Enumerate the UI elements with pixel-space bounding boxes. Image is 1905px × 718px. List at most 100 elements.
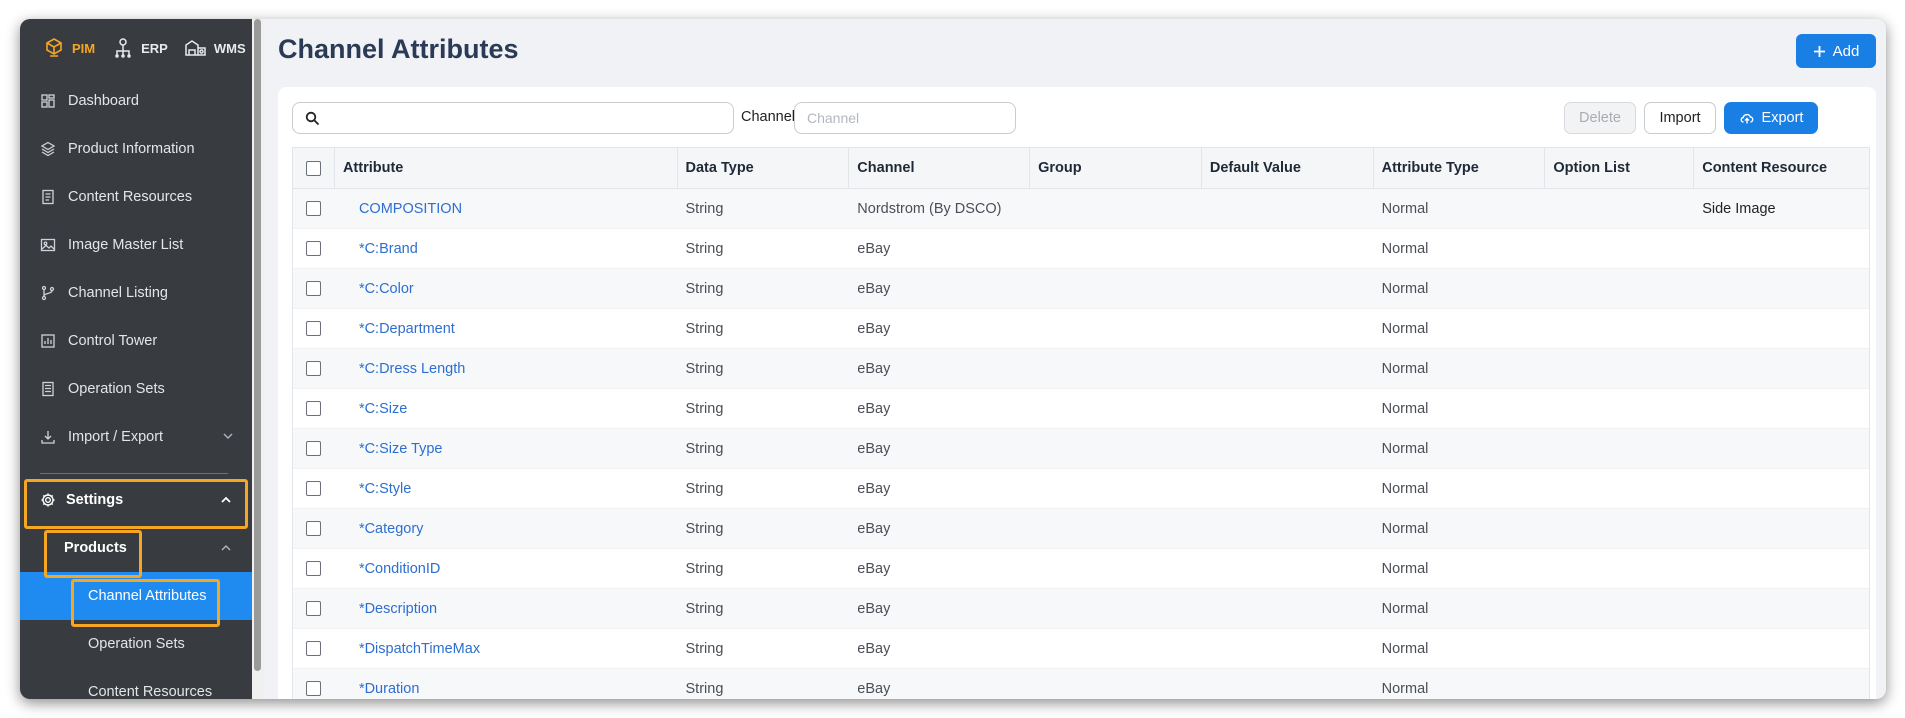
table-row[interactable]: *C:Size String eBay Normal [293,389,1869,429]
plus-icon [1813,45,1825,57]
table-row[interactable]: *C:Style String eBay Normal [293,469,1869,509]
import-button[interactable]: Import [1644,102,1716,134]
sidebar-item-product-information[interactable]: Product Information [20,125,252,173]
row-select-cell [293,469,335,508]
module-pim[interactable]: PIM [42,36,95,60]
row-select-cell [293,189,335,228]
cell-attribute[interactable]: *C:Brand [335,229,678,268]
table-row[interactable]: *Category String eBay Normal [293,509,1869,549]
table-row[interactable]: *Duration String eBay Normal [293,669,1869,699]
sidebar-item-channel-listing[interactable]: Channel Listing [20,269,252,317]
row-checkbox[interactable] [306,681,322,696]
delete-button[interactable]: Delete [1564,102,1636,134]
sidebar-item-settings[interactable]: Settings [20,476,252,524]
search-icon [305,111,320,126]
row-checkbox[interactable] [306,401,322,416]
sidebar-item-image-master-list[interactable]: Image Master List [20,221,252,269]
add-button[interactable]: Add [1796,34,1876,68]
cell-attribute[interactable]: *C:Color [335,269,678,308]
column-header-attribute-type[interactable]: Attribute Type [1374,148,1546,188]
sidebar-item-operation-sets-sub[interactable]: Operation Sets [20,620,252,668]
export-button[interactable]: Export [1724,102,1818,134]
column-header-default-value[interactable]: Default Value [1202,148,1374,188]
row-checkbox[interactable] [306,241,322,256]
cell-attribute[interactable]: *C:Size Type [335,429,678,468]
chevron-up-icon[interactable] [220,542,232,554]
wms-warehouse-icon [185,40,206,56]
sidebar-item-import-export[interactable]: Import / Export [20,413,252,461]
cell-attribute[interactable]: *Description [335,589,678,628]
column-header-option-list[interactable]: Option List [1545,148,1695,188]
row-select-cell [293,429,335,468]
row-checkbox[interactable] [306,281,322,296]
table-row[interactable]: *DispatchTimeMax String eBay Normal [293,629,1869,669]
row-checkbox[interactable] [306,601,322,616]
sidebar-item-content-resources-sub[interactable]: Content Resources [20,668,252,699]
chevron-down-icon[interactable] [222,430,234,442]
cell-option-list [1545,469,1694,508]
table-row[interactable]: *Description String eBay Normal [293,589,1869,629]
column-header-group[interactable]: Group [1030,148,1202,188]
scrollbar-thumb[interactable] [254,19,261,671]
row-checkbox[interactable] [306,561,322,576]
row-checkbox[interactable] [306,441,322,456]
table-row[interactable]: *C:Brand String eBay Normal [293,229,1869,269]
sidebar-item-content-resources[interactable]: Content Resources [20,173,252,221]
column-header-attribute[interactable]: Attribute [335,148,678,188]
sidebar-item-label: Channel Listing [68,285,168,301]
row-checkbox[interactable] [306,481,322,496]
cell-attribute[interactable]: *ConditionID [335,549,678,588]
row-checkbox[interactable] [306,641,322,656]
cell-data-type: String [685,400,724,417]
sidebar-item-channel-attributes[interactable]: Channel Attributes [20,572,252,620]
cell-attribute[interactable]: *C:Department [335,309,678,348]
channel-filter-input[interactable] [794,102,1016,134]
sidebar-item-label: Content Resources [88,684,213,699]
cell-attribute[interactable]: *DispatchTimeMax [335,629,678,668]
sidebar-item-control-tower[interactable]: Control Tower [20,317,252,365]
cell-default-value [1202,509,1374,548]
cell-group [1030,309,1202,348]
list-icon [42,381,54,397]
sidebar-item-products[interactable]: Products [20,524,252,572]
cell-option-list [1545,589,1694,628]
cell-attribute[interactable]: *C:Style [335,469,678,508]
select-all-checkbox[interactable] [305,160,321,176]
table-row[interactable]: *C:Department String eBay Normal [293,309,1869,349]
row-checkbox[interactable] [306,201,322,216]
row-checkbox[interactable] [306,321,322,336]
cell-attribute[interactable]: *C:Dress Length [335,349,678,388]
cell-channel: eBay [857,320,891,337]
table-row[interactable]: *C:Size Type String eBay Normal [293,429,1869,469]
table-row[interactable]: COMPOSITION String Nordstrom (By DSCO) Norm… [293,189,1869,229]
cell-option-list [1545,509,1694,548]
column-header-content-resource[interactable]: Content Resource [1694,148,1869,188]
cell-content-resource [1694,349,1869,388]
chevron-up-icon[interactable] [220,494,232,506]
row-checkbox[interactable] [306,361,322,376]
cell-content-resource [1694,269,1869,308]
table-row[interactable]: *C:Dress Length String eBay Normal [293,349,1869,389]
main-content: Channel Attributes Add Channel Delete Im… [264,19,1886,699]
table-row[interactable]: *C:Color String eBay Normal [293,269,1869,309]
search-input[interactable] [292,102,734,134]
cell-attribute[interactable]: COMPOSITION [335,189,678,228]
module-wms[interactable]: WMS [184,36,246,60]
cell-default-value [1202,389,1374,428]
product-cube-icon [40,141,56,157]
module-label: WMS [213,40,246,56]
column-header-channel[interactable]: Channel [849,148,1031,188]
cell-data-type: String [685,480,724,497]
sidebar-scrollbar[interactable] [252,19,264,699]
module-erp[interactable]: ERP [111,36,168,60]
sidebar-item-dashboard[interactable]: Dashboard [20,77,252,125]
cell-attribute[interactable]: *Duration [335,669,678,699]
cell-attribute[interactable]: *Category [335,509,678,548]
cell-attribute[interactable]: *C:Size [335,389,678,428]
row-checkbox[interactable] [306,521,322,536]
cell-data-type: String [685,520,724,537]
sidebar-item-label: Import / Export [68,429,164,445]
column-header-data-type[interactable]: Data Type [678,148,850,188]
sidebar-item-operation-sets[interactable]: Operation Sets [20,365,252,413]
table-row[interactable]: *ConditionID String eBay Normal [293,549,1869,589]
